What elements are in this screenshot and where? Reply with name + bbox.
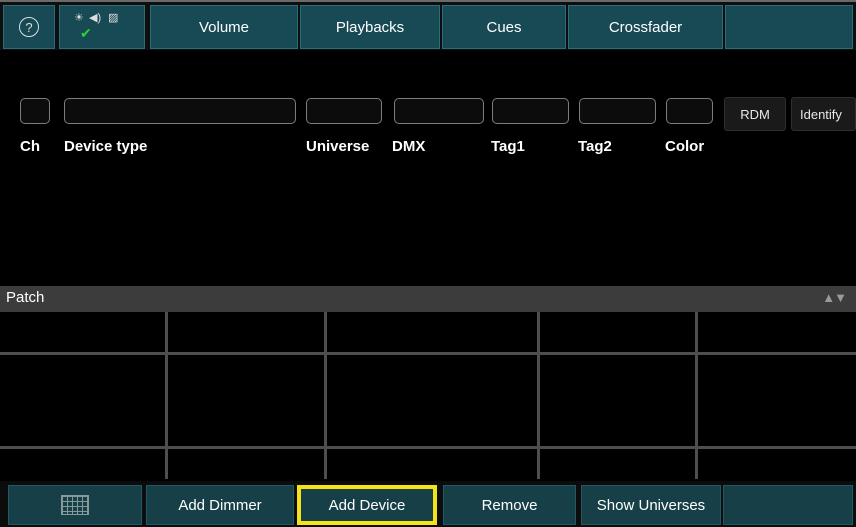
color-filter-input[interactable] bbox=[666, 98, 713, 124]
column-header-tag2: Tag2 bbox=[578, 138, 612, 155]
column-header-ch: Ch bbox=[20, 138, 40, 155]
image-icon: ▨ bbox=[108, 12, 119, 24]
column-header-tag1: Tag1 bbox=[491, 138, 525, 155]
patch-panel-header: Patch ▲▼ bbox=[0, 286, 856, 312]
show-universes-button[interactable]: Show Universes bbox=[581, 485, 721, 525]
question-circle-icon: ? bbox=[19, 17, 39, 37]
tab-empty[interactable] bbox=[725, 5, 853, 49]
patch-title: Patch bbox=[6, 289, 45, 306]
bottom-empty-button[interactable] bbox=[723, 485, 853, 525]
bottom-toolbar: Add Dimmer Add Device Remove Show Univer… bbox=[0, 481, 856, 527]
column-header-color: Color bbox=[665, 138, 705, 155]
tag2-filter-input[interactable] bbox=[579, 98, 656, 124]
tab-crossfader[interactable]: Crossfader bbox=[568, 5, 723, 49]
dmx-filter-input[interactable] bbox=[394, 98, 484, 124]
brightness-icon: ☀ bbox=[74, 12, 84, 24]
grid-view-button[interactable] bbox=[8, 485, 142, 525]
grid-divider bbox=[695, 312, 698, 479]
grid-divider bbox=[165, 312, 168, 479]
tab-cues[interactable]: Cues bbox=[442, 5, 566, 49]
help-button[interactable]: ? bbox=[3, 5, 55, 49]
status-icons: ☀ ◀) ▨ ✔ bbox=[72, 9, 132, 45]
grid-icon bbox=[61, 495, 89, 515]
grid-divider bbox=[0, 352, 856, 355]
column-header-dmx: DMX bbox=[392, 138, 426, 155]
remove-button[interactable]: Remove bbox=[443, 485, 576, 525]
add-dimmer-button[interactable]: Add Dimmer bbox=[146, 485, 294, 525]
add-device-button[interactable]: Add Device bbox=[297, 485, 437, 525]
tab-playbacks[interactable]: Playbacks bbox=[300, 5, 440, 49]
column-header-device-type: Device type bbox=[64, 138, 148, 155]
identify-button[interactable]: Identify bbox=[791, 97, 856, 131]
tag1-filter-input[interactable] bbox=[492, 98, 569, 124]
volume-icon: ◀) bbox=[89, 12, 102, 24]
universe-filter-input[interactable] bbox=[306, 98, 382, 124]
rdm-button[interactable]: RDM bbox=[724, 97, 786, 131]
grid-divider bbox=[324, 312, 327, 479]
tab-volume[interactable]: Volume bbox=[150, 5, 298, 49]
status-button[interactable]: ☀ ◀) ▨ ✔ bbox=[59, 5, 145, 49]
top-tab-bar: ? ☀ ◀) ▨ ✔ Volume Playbacks Cues Crossfa… bbox=[0, 0, 856, 50]
patch-grid[interactable] bbox=[0, 312, 856, 479]
grid-divider bbox=[0, 446, 856, 449]
up-down-arrows-icon[interactable]: ▲▼ bbox=[822, 290, 847, 305]
channel-filter-input[interactable] bbox=[20, 98, 50, 124]
device-type-filter-input[interactable] bbox=[64, 98, 296, 124]
column-header-universe: Universe bbox=[306, 138, 370, 155]
grid-divider bbox=[537, 312, 540, 479]
check-icon: ✔ bbox=[80, 25, 92, 41]
